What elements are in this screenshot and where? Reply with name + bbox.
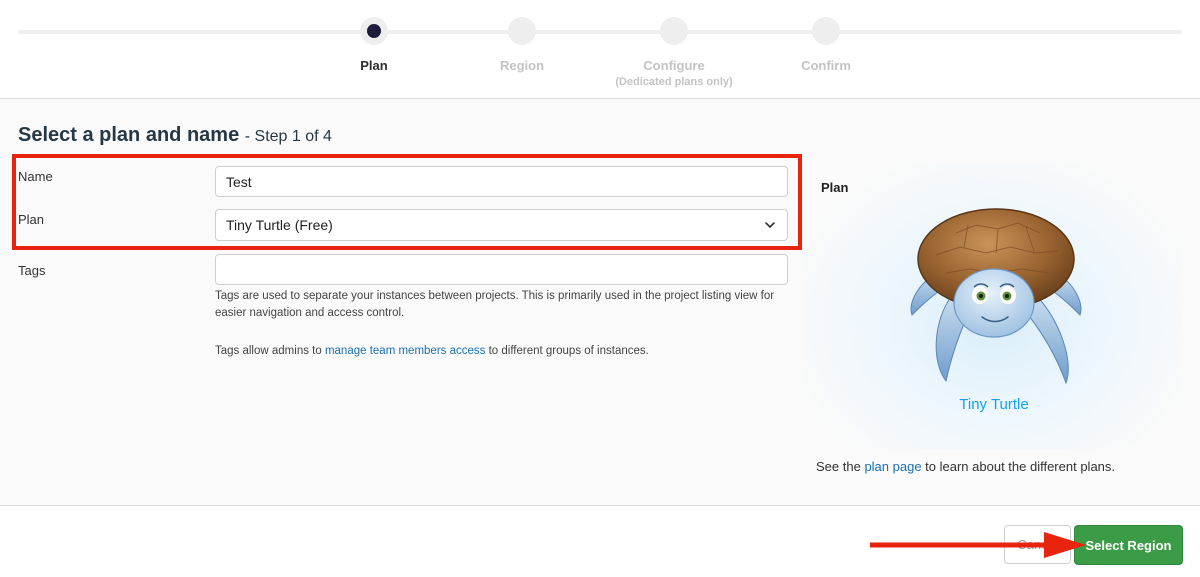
tags-input[interactable]	[215, 254, 788, 285]
manage-team-access-link[interactable]: manage team members access	[325, 345, 485, 357]
tags-help-access-suffix: to different groups of instances.	[485, 345, 649, 357]
plan-label: Plan	[18, 212, 45, 227]
step-label-region: Region	[499, 58, 545, 73]
plan-page-hint-suffix: to learn about the different plans.	[921, 459, 1116, 474]
plan-card-title: Plan	[821, 180, 849, 195]
step-region[interactable]: Region	[442, 17, 602, 73]
tiny-turtle-illustration	[910, 208, 1082, 385]
step-dot-region	[508, 17, 536, 45]
step-dot-plan	[360, 17, 388, 45]
page-step-indicator: - Step 1 of 4	[244, 128, 332, 145]
page-title: Select a plan and name - Step 1 of 4	[18, 124, 332, 147]
step-confirm[interactable]: Confirm	[746, 17, 906, 73]
tags-label: Tags	[18, 263, 46, 278]
tags-help-access: Tags allow admins to manage team members…	[215, 343, 790, 360]
plan-select-value: Tiny Turtle (Free)	[226, 217, 333, 233]
step-sublabel-configure: (Dedicated plans only)	[615, 76, 733, 88]
arrow-right-icon	[870, 532, 1086, 558]
step-label-configure: Configure	[643, 58, 705, 73]
wizard-stepper: Plan Region Configure (Dedicated plans o…	[0, 0, 1200, 99]
plan-card-plan-name: Tiny Turtle	[959, 396, 1029, 413]
step-label-confirm: Confirm	[801, 58, 851, 73]
chevron-down-icon	[765, 222, 775, 228]
tags-help-text: Tags are used to separate your instances…	[215, 290, 775, 319]
step-label-plan: Plan	[360, 58, 388, 73]
step-plan[interactable]: Plan	[294, 17, 454, 73]
plan-page-hint: See the plan page to learn about the dif…	[816, 459, 1115, 474]
plan-preview-card: Plan Tiny Turtle	[806, 163, 1182, 449]
plan-page-hint-prefix: See the	[816, 459, 865, 474]
plan-page-link[interactable]: plan page	[864, 459, 921, 474]
step-dot-configure	[660, 17, 688, 45]
name-label: Name	[18, 169, 53, 184]
step-configure[interactable]: Configure (Dedicated plans only)	[594, 17, 754, 88]
page-title-text: Select a plan and name	[18, 124, 240, 146]
plan-select[interactable]: Tiny Turtle (Free)	[215, 209, 788, 241]
name-input[interactable]	[215, 166, 788, 197]
tags-help-access-prefix: Tags allow admins to	[215, 345, 325, 357]
step-dot-confirm	[812, 17, 840, 45]
